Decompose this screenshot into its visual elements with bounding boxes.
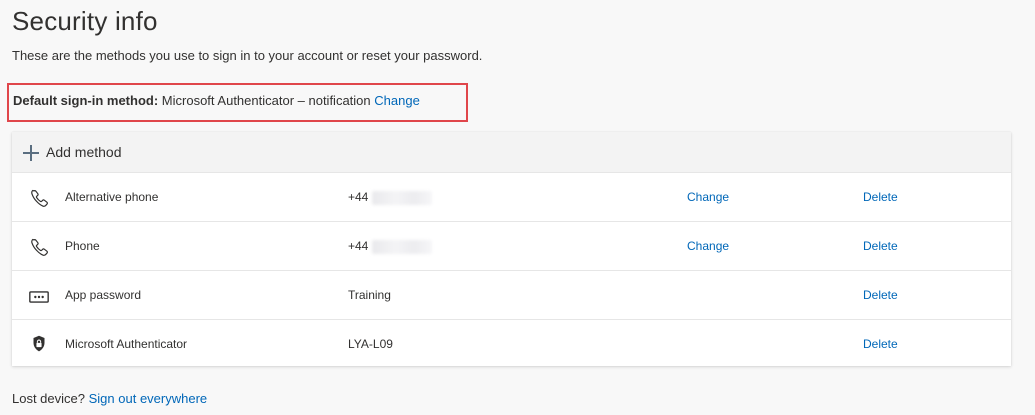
phone-icon bbox=[28, 188, 50, 210]
default-method-label: Default sign-in method: bbox=[13, 93, 159, 108]
delete-link[interactable]: Delete bbox=[863, 239, 898, 253]
add-method-label: Add method bbox=[46, 144, 122, 160]
redacted-number bbox=[372, 190, 433, 205]
plus-icon bbox=[23, 145, 39, 161]
method-row-alternative-phone: Alternative phone +44 Change Delete bbox=[12, 173, 1011, 222]
lost-device: Lost device? Sign out everywhere bbox=[12, 391, 207, 406]
method-value: Training bbox=[348, 288, 391, 302]
default-method-change-link[interactable]: Change bbox=[374, 93, 420, 108]
password-icon bbox=[28, 286, 50, 308]
phone-icon bbox=[28, 237, 50, 259]
page-subtitle: These are the methods you use to sign in… bbox=[12, 48, 483, 63]
method-value: +44 bbox=[348, 190, 433, 205]
method-row-app-password: App password Training Delete bbox=[12, 271, 1011, 320]
method-value: +44 bbox=[348, 239, 433, 254]
default-method-value: Microsoft Authenticator – notification bbox=[161, 93, 371, 108]
authenticator-lock-icon bbox=[28, 333, 50, 355]
delete-link[interactable]: Delete bbox=[863, 288, 898, 302]
methods-card: Add method Alternative phone +44 Change … bbox=[12, 132, 1011, 366]
method-row-microsoft-authenticator: Microsoft Authenticator LYA-L09 Delete bbox=[12, 320, 1011, 366]
sign-out-everywhere-link[interactable]: Sign out everywhere bbox=[89, 391, 208, 406]
method-row-phone: Phone +44 Change Delete bbox=[12, 222, 1011, 271]
add-method-button[interactable]: Add method bbox=[12, 132, 1011, 173]
default-sign-in-method: Default sign-in method: Microsoft Authen… bbox=[13, 93, 420, 108]
redacted-number bbox=[372, 239, 433, 254]
page-title: Security info bbox=[12, 6, 158, 36]
method-name: Microsoft Authenticator bbox=[65, 337, 188, 351]
delete-link[interactable]: Delete bbox=[863, 337, 898, 351]
change-link[interactable]: Change bbox=[687, 190, 729, 204]
method-value: LYA-L09 bbox=[348, 337, 393, 351]
change-link[interactable]: Change bbox=[687, 239, 729, 253]
delete-link[interactable]: Delete bbox=[863, 190, 898, 204]
security-info-page: Security info These are the methods you … bbox=[0, 0, 1035, 415]
lost-device-label: Lost device? bbox=[12, 391, 85, 406]
method-name: Alternative phone bbox=[65, 190, 159, 204]
method-name: App password bbox=[65, 288, 142, 302]
method-name: Phone bbox=[65, 239, 100, 253]
